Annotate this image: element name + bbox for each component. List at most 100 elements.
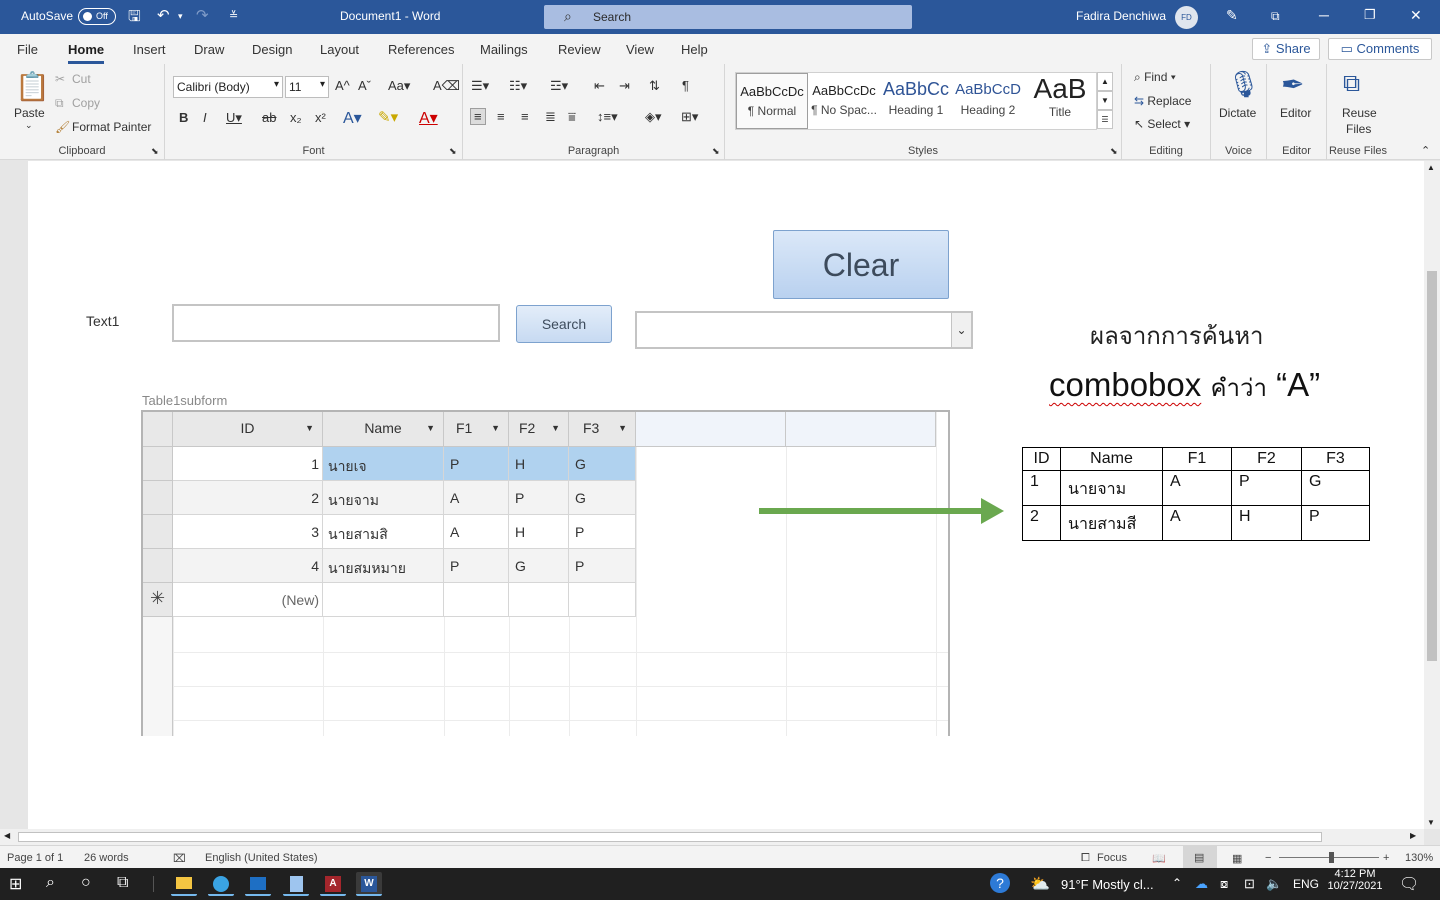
zoom-slider-thumb[interactable] <box>1329 852 1334 863</box>
grow-font-icon[interactable]: A^ <box>335 78 350 93</box>
weather-text[interactable]: 91°F Mostly cl... <box>1061 877 1154 892</box>
paste-dropdown-icon[interactable]: ⌄ <box>25 120 33 131</box>
zoom-level[interactable]: 130% <box>1405 852 1433 864</box>
tab-view[interactable]: View <box>626 42 654 57</box>
undo-dropdown-icon[interactable]: ▾ <box>178 11 183 22</box>
justify-icon[interactable]: ≣ <box>545 109 556 125</box>
avatar[interactable]: FD <box>1175 6 1198 29</box>
file-explorer-icon[interactable] <box>171 872 197 896</box>
network-icon[interactable]: ⊡ <box>1244 876 1255 892</box>
chevron-up-icon[interactable]: ▲ <box>1097 72 1113 91</box>
browser-icon[interactable] <box>208 872 234 896</box>
search-box[interactable]: ⌕ Search <box>544 5 912 29</box>
styles-launcher-icon[interactable]: ⬊ <box>1110 146 1118 157</box>
distributed-icon[interactable]: ⩸ <box>568 109 576 125</box>
reuse-files-icon[interactable]: ⧉ <box>1343 70 1360 98</box>
format-painter-button[interactable]: Format Painter <box>72 120 151 134</box>
focus-button[interactable]: Focus <box>1097 852 1127 864</box>
scroll-left-icon[interactable]: ◀ <box>4 831 10 840</box>
reuse-button[interactable]: Reuse <box>1342 106 1377 120</box>
autosave-toggle[interactable]: Off <box>78 8 116 25</box>
show-hidden-icon[interactable]: ⌃ <box>1172 876 1182 890</box>
cortana-icon[interactable]: ○ <box>81 874 91 892</box>
subscript-icon[interactable]: x₂ <box>290 110 302 125</box>
change-case-icon[interactable]: Aa▾ <box>388 78 410 94</box>
copy-button[interactable]: Copy <box>72 96 100 110</box>
tab-mailings[interactable]: Mailings <box>480 42 528 57</box>
highlight-icon[interactable]: ✎▾ <box>378 108 398 126</box>
vertical-scroll-thumb[interactable] <box>1427 271 1437 661</box>
strikethrough-icon[interactable]: ab <box>262 110 276 125</box>
device-icon[interactable]: ⧇ <box>1220 876 1228 892</box>
underline-icon[interactable]: U▾ <box>226 110 242 126</box>
scroll-down-icon[interactable]: ▼ <box>1427 818 1435 827</box>
weather-icon[interactable]: ⛅ <box>1030 874 1050 894</box>
sort-icon[interactable]: ⇅ <box>649 78 660 94</box>
user-name[interactable]: Fadira Denchiwa <box>1076 9 1166 23</box>
zoom-out-icon[interactable]: − <box>1265 852 1271 864</box>
help-icon[interactable]: ? <box>990 873 1010 893</box>
web-layout-icon[interactable]: ▦ <box>1232 852 1242 865</box>
tab-file[interactable]: File <box>17 42 38 57</box>
editor-icon[interactable]: ✒ <box>1281 68 1304 101</box>
tab-layout[interactable]: Layout <box>320 42 359 57</box>
close-icon[interactable]: ✕ <box>1410 7 1422 24</box>
document-page[interactable]: Clear Text1 Search ⌄ Table1subform ID ▼ N… <box>28 161 1424 829</box>
proofing-icon[interactable]: ⌧ <box>173 852 186 865</box>
tab-insert[interactable]: Insert <box>133 42 166 57</box>
search-icon[interactable]: ⌕ <box>46 874 55 892</box>
font-size-combo[interactable]: 11 ▾ <box>285 76 329 98</box>
align-center-icon[interactable]: ≡ <box>497 109 505 124</box>
task-view-icon[interactable]: ⧉ <box>117 874 128 892</box>
microphone-icon[interactable]: 🎙 <box>1227 69 1260 100</box>
tab-review[interactable]: Review <box>558 42 601 57</box>
font-color-icon[interactable]: A▾ <box>419 108 438 128</box>
style-heading-1[interactable]: AaBbCc Heading 1 <box>880 73 952 129</box>
style-heading-2[interactable]: AaBbCcD Heading 2 <box>952 73 1024 129</box>
app-icon[interactable] <box>245 872 271 896</box>
comments-button[interactable]: ▭ Comments <box>1328 38 1432 60</box>
page-count[interactable]: Page 1 of 1 <box>7 852 63 864</box>
vertical-scrollbar[interactable]: ▲ ▼ <box>1424 161 1440 829</box>
paste-icon[interactable]: 📋 <box>15 70 50 103</box>
multilevel-list-icon[interactable]: ☲▾ <box>550 78 568 94</box>
tab-design[interactable]: Design <box>252 42 292 57</box>
paragraph-launcher-icon[interactable]: ⬊ <box>712 146 720 157</box>
scroll-right-icon[interactable]: ▶ <box>1410 831 1416 840</box>
replace-button[interactable]: ⇆ Replace <box>1134 94 1191 108</box>
borders-icon[interactable]: ⊞▾ <box>681 109 698 125</box>
input-language[interactable]: ENG <box>1293 877 1319 891</box>
bold-icon[interactable]: B <box>179 110 188 125</box>
editor-button[interactable]: Editor <box>1280 106 1311 120</box>
line-spacing-icon[interactable]: ↕≡▾ <box>597 109 618 125</box>
font-name-combo[interactable]: Calibri (Body) ▾ <box>173 76 283 98</box>
tab-home[interactable]: Home <box>68 42 105 64</box>
ribbon-display-icon[interactable]: ⧉ <box>1271 9 1280 24</box>
tab-references[interactable]: References <box>388 42 454 57</box>
chevron-down-icon[interactable]: ▼ <box>1097 91 1113 110</box>
onedrive-icon[interactable]: ☁ <box>1195 876 1208 892</box>
save-icon[interactable]: 🖫 <box>128 6 141 31</box>
undo-icon[interactable]: ↶ <box>157 6 170 24</box>
word-count[interactable]: 26 words <box>84 852 129 864</box>
windows-start-icon[interactable]: ⊞ <box>9 874 22 894</box>
superscript-icon[interactable]: x² <box>315 110 326 125</box>
access-icon[interactable]: A <box>320 872 346 896</box>
clear-formatting-icon[interactable]: A⌫ <box>433 78 460 94</box>
align-left-icon[interactable]: ≡ <box>470 108 486 125</box>
horizontal-scroll-thumb[interactable] <box>18 832 1322 842</box>
customize-qat-icon[interactable]: ≚ <box>229 9 238 22</box>
pen-icon[interactable]: ✎ <box>1226 7 1238 24</box>
shrink-font-icon[interactable]: Aˇ <box>358 78 371 93</box>
language-status[interactable]: English (United States) <box>205 852 318 864</box>
numbering-icon[interactable]: ☷▾ <box>509 78 527 94</box>
print-layout-icon[interactable]: ▤ <box>1183 846 1217 868</box>
notepad-icon[interactable] <box>283 872 309 896</box>
cut-button[interactable]: Cut <box>72 72 91 86</box>
collapse-ribbon-icon[interactable]: ⌃ <box>1421 144 1430 157</box>
align-right-icon[interactable]: ≡ <box>521 109 529 124</box>
clipboard-launcher-icon[interactable]: ⬊ <box>151 146 159 157</box>
scroll-up-icon[interactable]: ▲ <box>1427 163 1435 172</box>
style-no-spacing[interactable]: AaBbCcDc ¶ No Spac... <box>808 73 880 129</box>
share-button[interactable]: ⇪ Share <box>1252 38 1320 60</box>
